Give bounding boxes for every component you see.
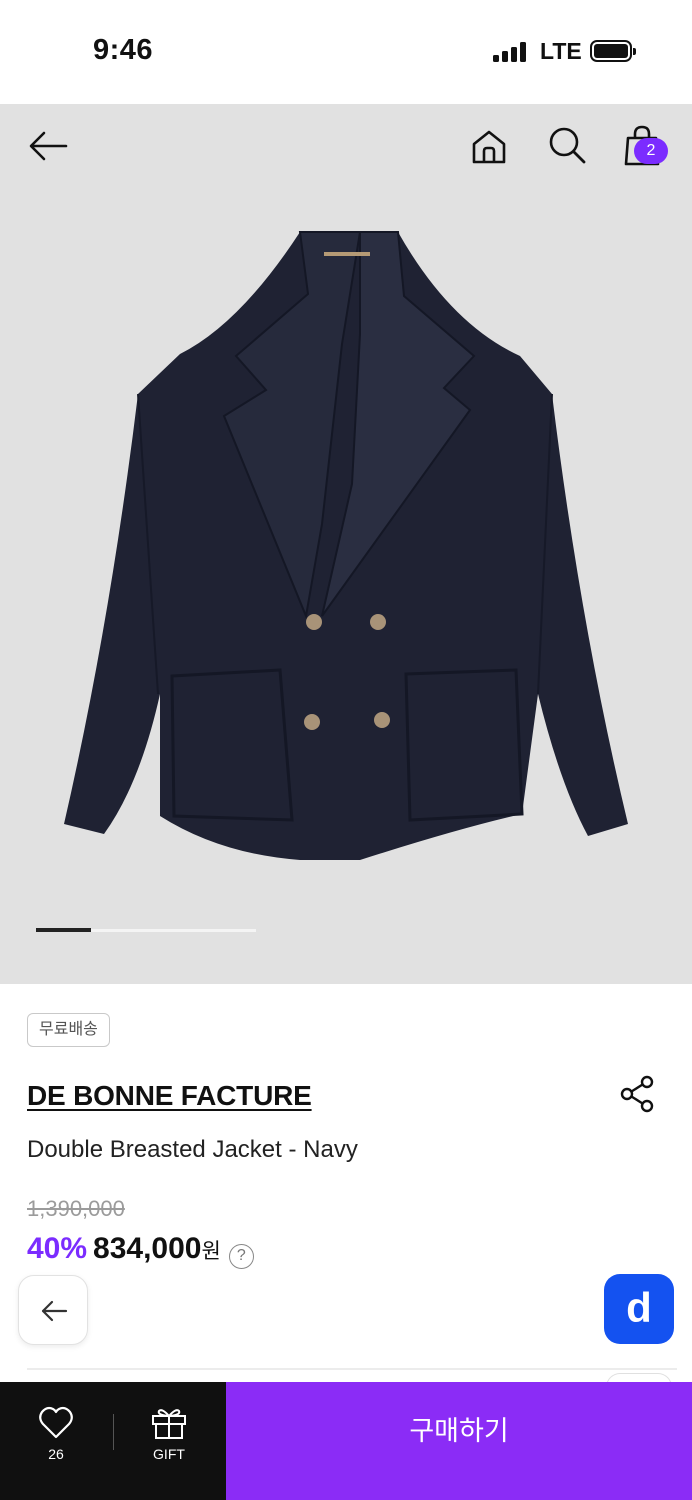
battery-icon	[590, 40, 636, 62]
d-app-button[interactable]: d	[604, 1274, 674, 1344]
bottom-action-bar: 26 GIFT 구매하기	[0, 1382, 692, 1500]
status-time: 9:46	[93, 34, 154, 66]
original-price: 1,390,000	[27, 1196, 125, 1221]
gift-label: GIFT	[153, 1446, 185, 1462]
product-name: Double Breasted Jacket - Navy	[27, 1136, 358, 1163]
like-button[interactable]: 26	[0, 1382, 112, 1500]
gallery-indicator-active	[36, 928, 91, 932]
discount-rate: 40%	[27, 1232, 88, 1265]
status-bar: 9:46 LTE	[0, 0, 692, 104]
product-image	[64, 231, 628, 860]
like-count: 26	[48, 1446, 64, 1462]
gift-button[interactable]: GIFT	[114, 1382, 224, 1500]
section-divider	[27, 1368, 677, 1370]
price-row: 40% 834,000원?	[27, 1232, 254, 1272]
back-arrow-icon[interactable]	[24, 124, 72, 168]
product-gallery[interactable]	[0, 104, 692, 984]
signal-icon	[493, 42, 529, 62]
free-shipping-tag: 무료배송	[27, 1013, 110, 1047]
gift-icon	[152, 1409, 186, 1439]
sale-price: 834,000	[93, 1232, 202, 1265]
back-arrow-icon	[41, 1300, 68, 1322]
price-help-icon[interactable]: ?	[228, 1244, 254, 1269]
currency-label: 원	[201, 1240, 221, 1263]
floating-back-button[interactable]	[18, 1275, 88, 1345]
share-icon[interactable]	[618, 1074, 658, 1114]
cart-count-badge: 2	[634, 138, 668, 164]
search-icon[interactable]	[544, 122, 590, 168]
network-label: LTE	[540, 38, 582, 64]
home-icon[interactable]	[466, 124, 512, 170]
buy-button[interactable]: 구매하기	[226, 1382, 692, 1500]
heart-icon	[39, 1406, 73, 1439]
brand-link[interactable]: DE BONNE FACTURE	[27, 1080, 312, 1112]
